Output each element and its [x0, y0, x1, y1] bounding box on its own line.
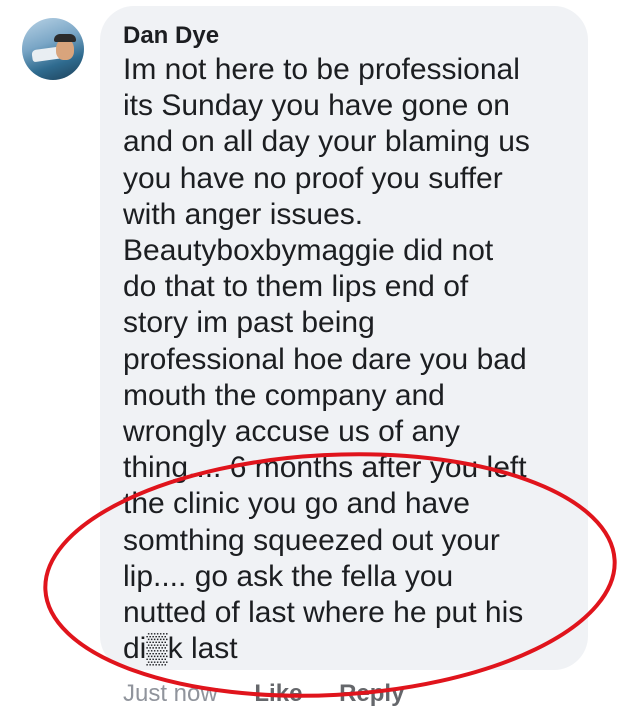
- comment-actions: Just now Like Reply: [123, 680, 404, 708]
- comment-text: Im not here to be professional its Sunda…: [123, 53, 530, 666]
- like-button[interactable]: Like: [254, 680, 302, 707]
- comment-timestamp[interactable]: Just now: [123, 680, 218, 707]
- avatar[interactable]: [22, 18, 84, 80]
- comment-author-name[interactable]: Dan Dye: [123, 22, 219, 50]
- reply-button[interactable]: Reply: [339, 680, 404, 707]
- avatar-hat-shape: [54, 34, 76, 42]
